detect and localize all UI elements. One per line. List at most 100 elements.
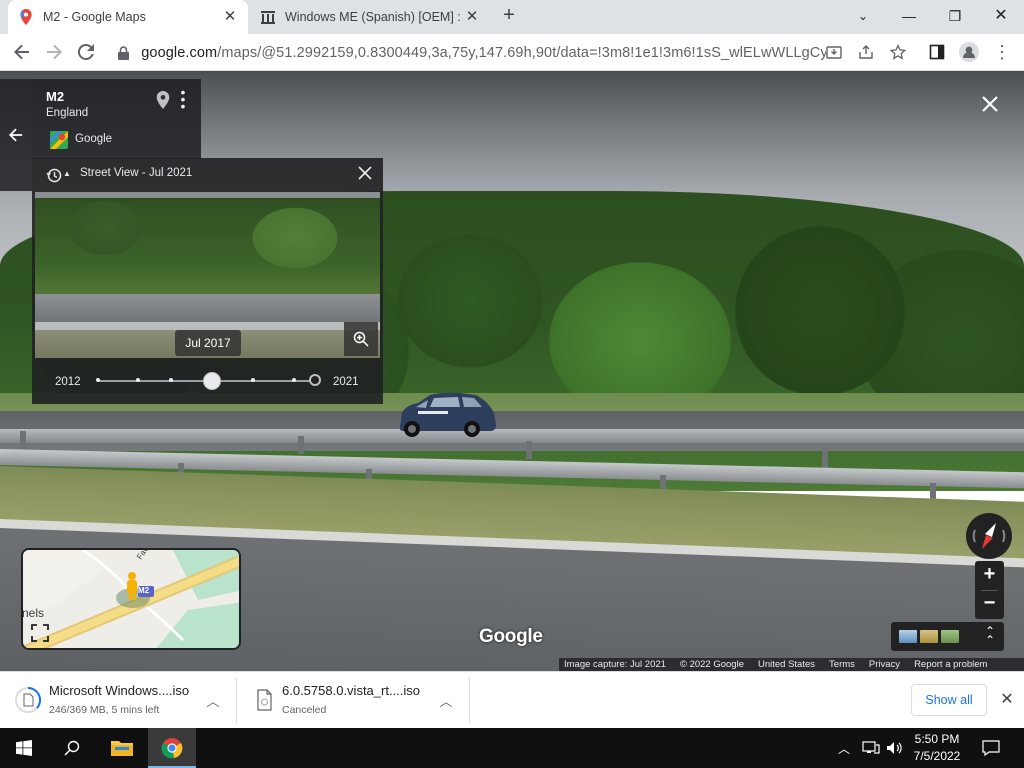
archive-org-favicon-icon: [260, 9, 276, 25]
privacy-link[interactable]: Privacy: [869, 659, 900, 670]
timeline-slider-handle[interactable]: [203, 372, 221, 390]
file-icon: [251, 686, 277, 714]
timeline-tick[interactable]: [251, 378, 255, 382]
google-maps-favicon-icon: [18, 9, 34, 25]
zoom-controls: + −: [975, 561, 1004, 619]
place-name-fragment: nels: [22, 606, 45, 620]
location-pin-icon[interactable]: [156, 91, 170, 109]
volume-icon[interactable]: [886, 728, 904, 768]
timeline-tick[interactable]: [169, 378, 173, 382]
new-tab-button[interactable]: +: [498, 5, 520, 27]
share-icon[interactable]: [854, 40, 878, 64]
profile-avatar-icon[interactable]: [957, 40, 981, 64]
minimize-button[interactable]: —: [886, 4, 932, 28]
tab-close-icon[interactable]: ✕: [464, 9, 480, 25]
maps-footer: Image capture: Jul 2021 © 2022 Google Un…: [559, 658, 1024, 671]
chrome-taskbar-icon[interactable]: [148, 728, 196, 768]
photo-strip-toggle[interactable]: ⌃ ⌃: [891, 622, 1004, 651]
image-capture-date: Image capture: Jul 2021: [564, 659, 666, 670]
panel-title: Street View - Jul 2021: [80, 167, 193, 179]
forward-arrow-icon[interactable]: [42, 40, 66, 64]
search-icon[interactable]: [48, 728, 96, 768]
clock-time: 5:50 PM: [914, 732, 960, 746]
show-all-downloads-button[interactable]: Show all: [911, 684, 987, 716]
google-maps-logo-icon: [50, 131, 68, 149]
street-view-canvas[interactable]: M2 England • • • Google ▲ Street View - Ju…: [0, 71, 1024, 671]
clock-date: 7/5/2022: [913, 749, 961, 763]
bookmark-star-icon[interactable]: [886, 40, 910, 64]
timeline-tick[interactable]: [292, 378, 296, 382]
history-clock-icon[interactable]: [46, 167, 62, 183]
close-window-button[interactable]: ✕: [978, 4, 1024, 28]
street-view-time-panel: ▲ Street View - Jul 2021 Jul 2017 2012 2…: [32, 158, 383, 404]
copyright-text: © 2022 Google: [679, 659, 744, 670]
tab-close-icon[interactable]: ✕: [222, 9, 238, 25]
place-info-card: M2 England • • • Google: [32, 79, 201, 159]
timeline-end-year: 2021: [333, 376, 359, 388]
download-status: Canceled: [282, 704, 327, 716]
historic-imagery-preview[interactable]: Jul 2017: [35, 192, 380, 358]
back-arrow-icon[interactable]: [10, 40, 34, 64]
exit-street-view-icon[interactable]: [978, 92, 1002, 116]
tab-google-maps[interactable]: M2 - Google Maps ✕: [8, 0, 248, 34]
browser-toolbar: google.com/maps/@51.2992159,0.8300449,3a…: [0, 34, 1024, 71]
caret-up-icon[interactable]: ▲: [63, 169, 71, 178]
tab-windows-me[interactable]: Windows ME (Spanish) [OEM] : M ✕: [250, 0, 490, 34]
timeline-current-marker[interactable]: [309, 374, 321, 386]
tab-title: M2 - Google Maps: [43, 10, 146, 24]
timeline-tick[interactable]: [136, 378, 140, 382]
notifications-icon[interactable]: [982, 728, 1000, 768]
photo-thumbnail[interactable]: [920, 630, 938, 643]
windows-start-icon[interactable]: [0, 728, 48, 768]
download-item[interactable]: Microsoft Windows....iso 246/369 MB, 5 m…: [0, 672, 236, 729]
network-icon[interactable]: [862, 728, 880, 768]
restore-button[interactable]: ❐: [932, 4, 978, 28]
windows-taskbar: ︿ 5:50 PM 7/5/2022: [0, 728, 1024, 768]
address-bar[interactable]: google.com/maps/@51.2992159,0.8300449,3a…: [110, 38, 826, 67]
panel-header: ▲ Street View - Jul 2021: [32, 158, 383, 190]
chevron-up-icon[interactable]: ︿: [438, 691, 454, 709]
provider-name: Google: [75, 133, 113, 145]
blue-suv-car: [396, 391, 498, 439]
minimap[interactable]: M2 Favers nels: [21, 548, 241, 650]
tab-title: Windows ME (Spanish) [OEM] : M: [285, 10, 464, 24]
download-item[interactable]: 6.0.5758.0.vista_rt....iso Canceled ︿: [237, 672, 469, 729]
lock-icon[interactable]: [118, 45, 131, 60]
tab-strip: M2 - Google Maps ✕ Windows ME (Spanish) …: [0, 0, 1024, 34]
road-shield-label: M2: [138, 586, 150, 595]
preview-date-label: Jul 2017: [175, 330, 241, 356]
timeline-start-year: 2012: [55, 376, 81, 388]
url-text: google.com/maps/@51.2992159,0.8300449,3a…: [141, 44, 826, 61]
compass-icon[interactable]: [965, 512, 1013, 560]
file-explorer-icon[interactable]: [98, 728, 146, 768]
report-problem-link[interactable]: Report a problem: [914, 659, 987, 670]
timeline-tick[interactable]: [96, 378, 100, 382]
zoom-out-button[interactable]: −: [975, 590, 1004, 619]
region-link[interactable]: United States: [758, 659, 815, 670]
system-clock[interactable]: 5:50 PM 7/5/2022: [904, 731, 970, 765]
download-filename: Microsoft Windows....iso: [49, 683, 190, 698]
close-downloads-bar-icon[interactable]: ✕: [998, 691, 1016, 709]
terms-link[interactable]: Terms: [829, 659, 855, 670]
photo-thumbnail[interactable]: [899, 630, 917, 643]
download-progress-file-icon: [15, 686, 42, 714]
expand-map-icon[interactable]: [29, 622, 51, 644]
tab-search-chevron-down-icon[interactable]: ⌄: [840, 4, 886, 28]
side-panel-icon[interactable]: [925, 40, 949, 64]
zoom-in-preview-icon[interactable]: [344, 322, 378, 356]
show-hidden-icons-chevron-up-icon[interactable]: ︿: [838, 728, 850, 768]
zoom-in-button[interactable]: +: [975, 561, 1004, 590]
reload-icon[interactable]: [74, 40, 98, 64]
double-chevron-up-icon[interactable]: ⌃ ⌃: [982, 625, 998, 646]
photo-thumbnail[interactable]: [941, 630, 959, 643]
chrome-menu-icon[interactable]: ⋮: [990, 40, 1014, 64]
back-to-map-button[interactable]: [0, 79, 32, 191]
install-app-icon[interactable]: [822, 40, 846, 64]
close-panel-icon[interactable]: [356, 164, 374, 182]
chevron-up-icon[interactable]: ︿: [205, 691, 221, 709]
more-options-icon[interactable]: • • •: [178, 85, 188, 113]
download-filename: 6.0.5758.0.vista_rt....iso: [282, 683, 421, 698]
place-subtitle: England: [46, 107, 89, 119]
downloads-bar: Microsoft Windows....iso 246/369 MB, 5 m…: [0, 671, 1024, 728]
download-status: 246/369 MB, 5 mins left: [49, 704, 160, 716]
